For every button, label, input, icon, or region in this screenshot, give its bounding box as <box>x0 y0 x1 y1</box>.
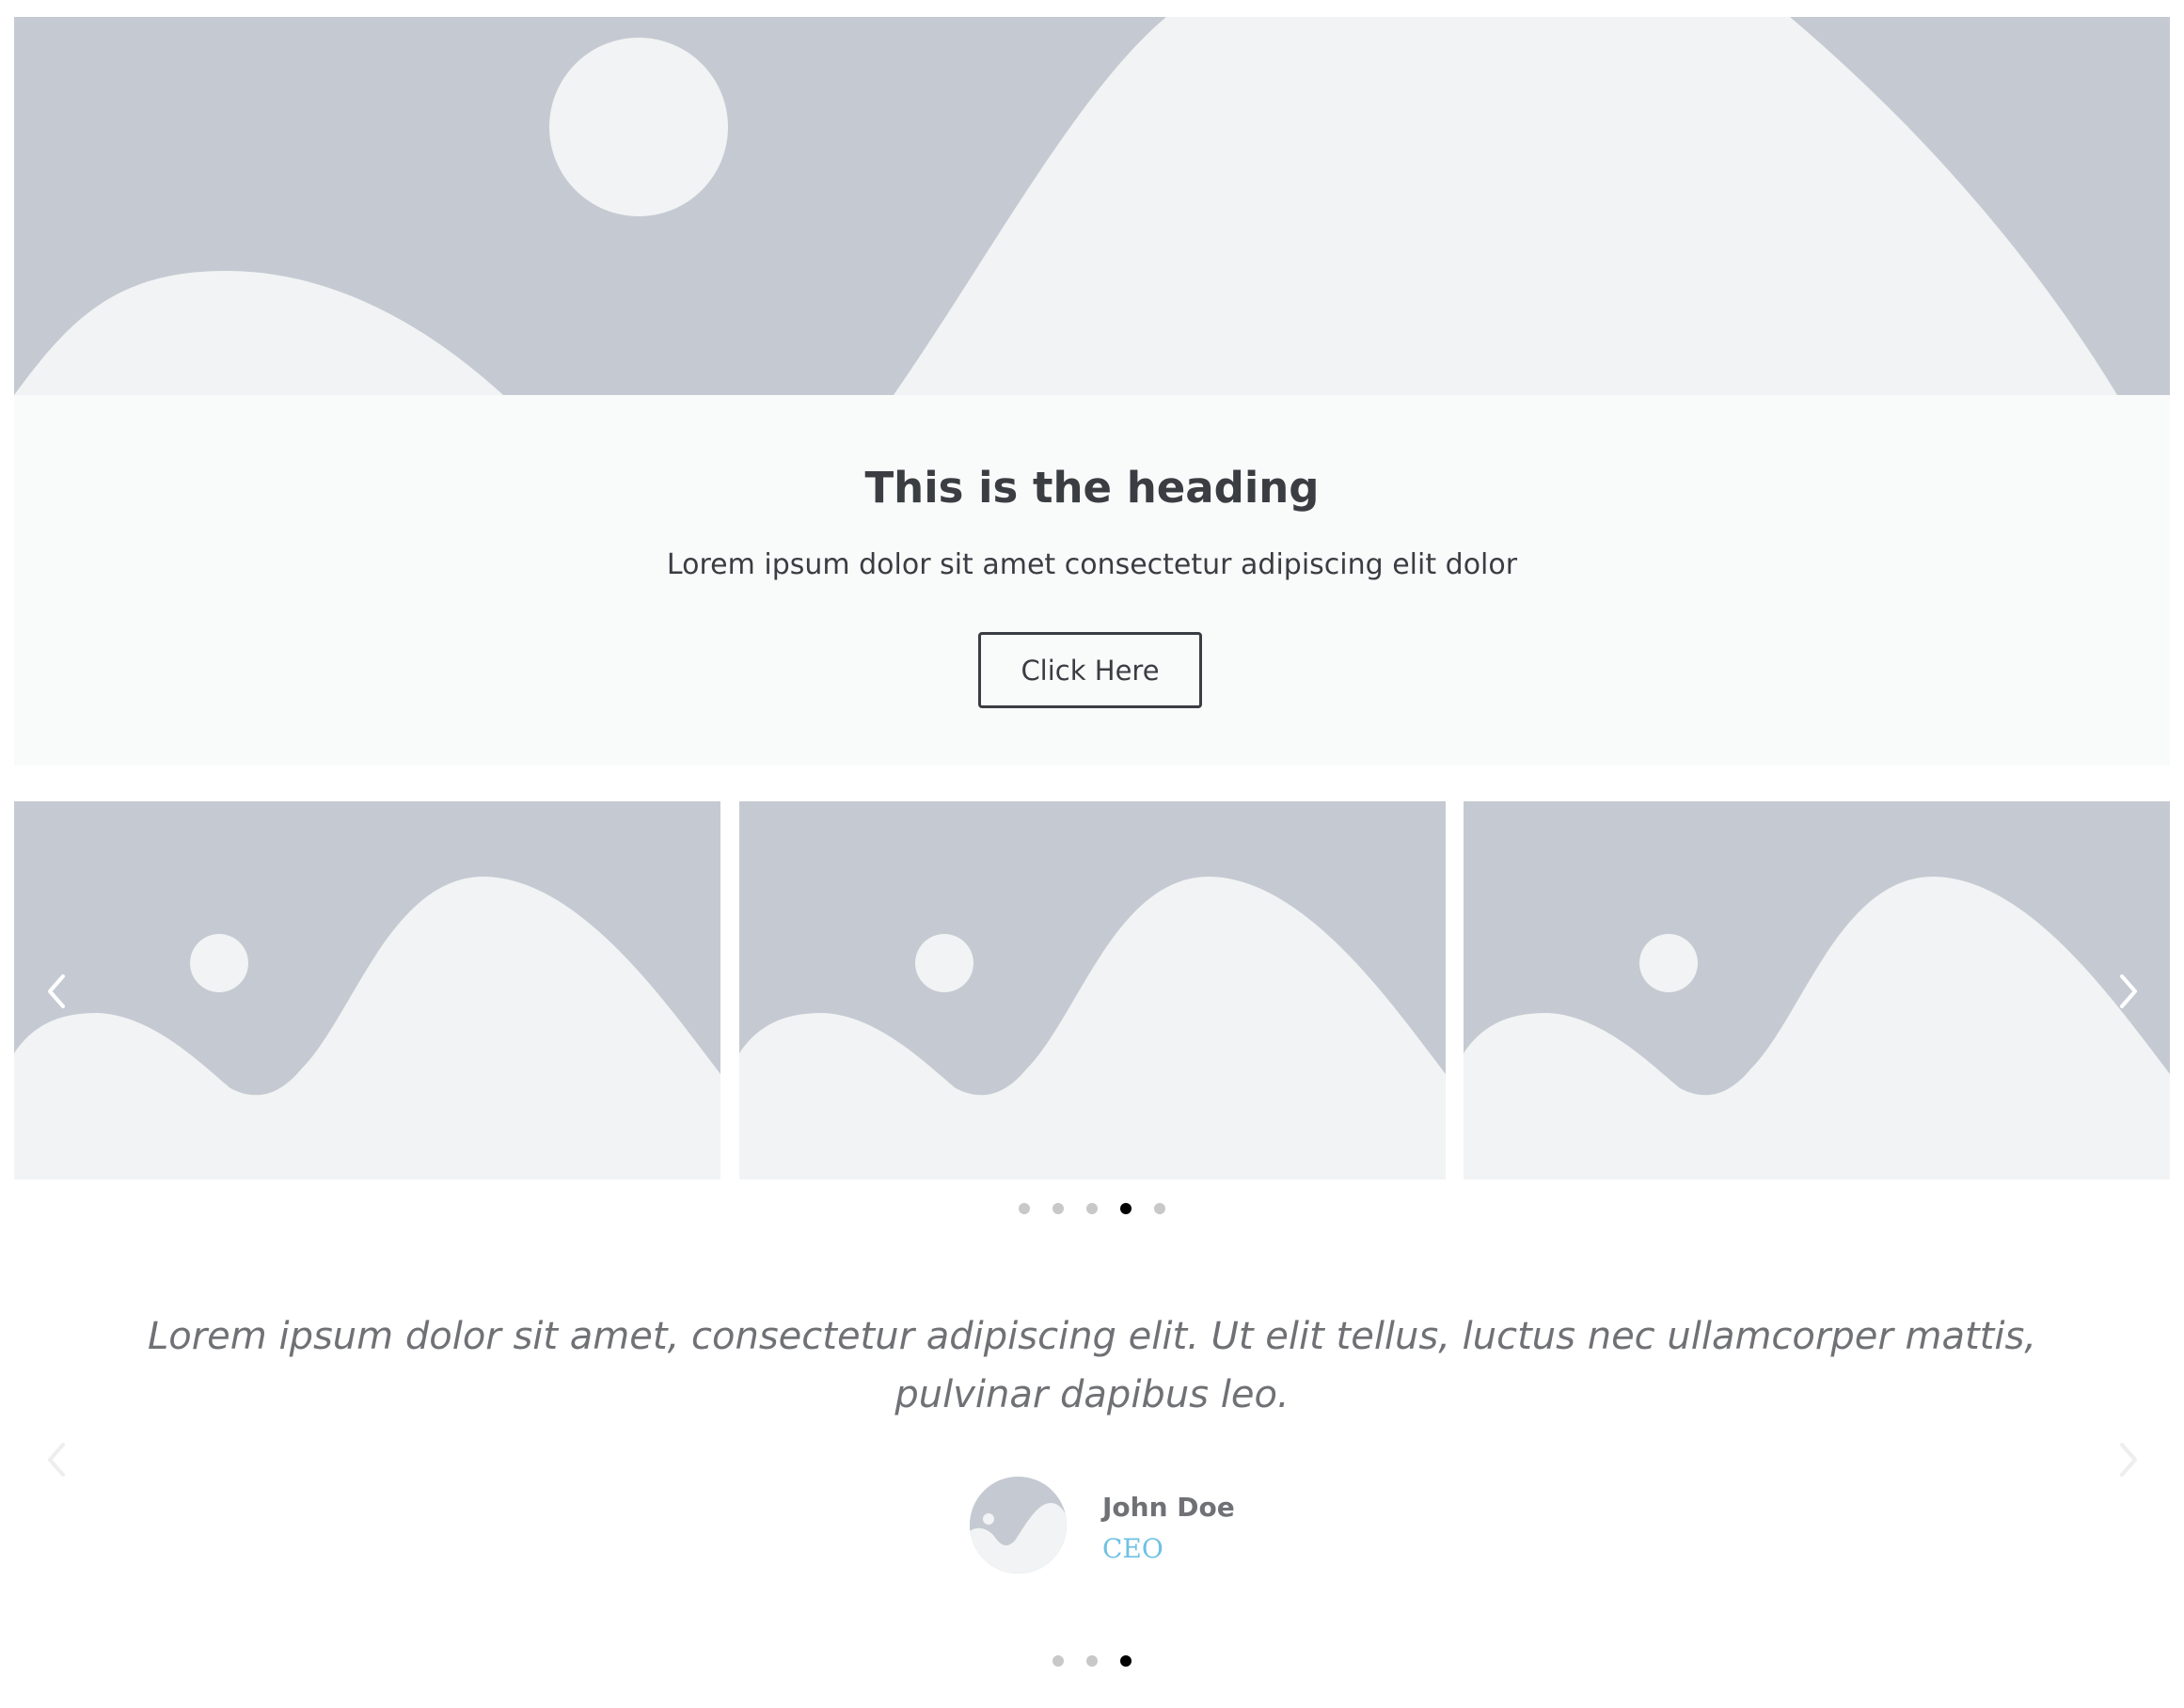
image-placeholder-icon <box>739 801 1446 1179</box>
carousel-pagination <box>1019 1203 1165 1214</box>
carousel-slide[interactable] <box>739 801 1446 1179</box>
chevron-left-icon <box>48 1443 65 1477</box>
testimonial-quote: Lorem ipsum dolor sit amet, consectetur … <box>147 1315 2037 1416</box>
click-here-button[interactable]: Click Here <box>978 632 1202 708</box>
testimonial-next-button[interactable] <box>2110 1431 2147 1488</box>
hero-content: This is the heading Lorem ipsum dolor si… <box>14 395 2170 766</box>
carousel-dot[interactable] <box>1086 1203 1098 1214</box>
chevron-right-icon <box>2120 974 2137 1008</box>
chevron-left-icon <box>48 974 65 1008</box>
carousel-dot-active[interactable] <box>1120 1203 1132 1214</box>
testimonial-dot[interactable] <box>1086 1655 1098 1667</box>
testimonial-prev-button[interactable] <box>38 1431 75 1488</box>
carousel-prev-button[interactable] <box>38 963 75 1020</box>
carousel-dot[interactable] <box>1019 1203 1030 1214</box>
image-carousel <box>14 801 2170 1225</box>
testimonial-author-title: CEO <box>1102 1533 1163 1564</box>
carousel-dot[interactable] <box>1154 1203 1165 1214</box>
hero-placeholder-image <box>14 17 2170 395</box>
testimonial-dot[interactable] <box>1052 1655 1064 1667</box>
image-placeholder-icon <box>14 17 2170 395</box>
hero-card: This is the heading Lorem ipsum dolor si… <box>14 17 2170 766</box>
carousel-slide[interactable] <box>14 801 720 1179</box>
testimonial-author-name: John Doe <box>1102 1492 1235 1523</box>
image-placeholder-icon <box>14 801 720 1179</box>
hero-heading: This is the heading <box>864 463 1320 513</box>
testimonial-pagination <box>1052 1655 1132 1667</box>
carousel-slide[interactable] <box>1464 801 2170 1179</box>
avatar-placeholder-icon <box>970 1477 1067 1574</box>
testimonial-carousel: Lorem ipsum dolor sit amet, consectetur … <box>14 1279 2170 1693</box>
carousel-dot[interactable] <box>1052 1203 1064 1214</box>
hero-description: Lorem ipsum dolor sit amet consectetur a… <box>666 548 1518 581</box>
chevron-right-icon <box>2120 1443 2137 1477</box>
carousel-next-button[interactable] <box>2110 963 2147 1020</box>
image-placeholder-icon <box>1464 801 2170 1179</box>
testimonial-dot-active[interactable] <box>1120 1655 1132 1667</box>
avatar <box>970 1477 1067 1574</box>
